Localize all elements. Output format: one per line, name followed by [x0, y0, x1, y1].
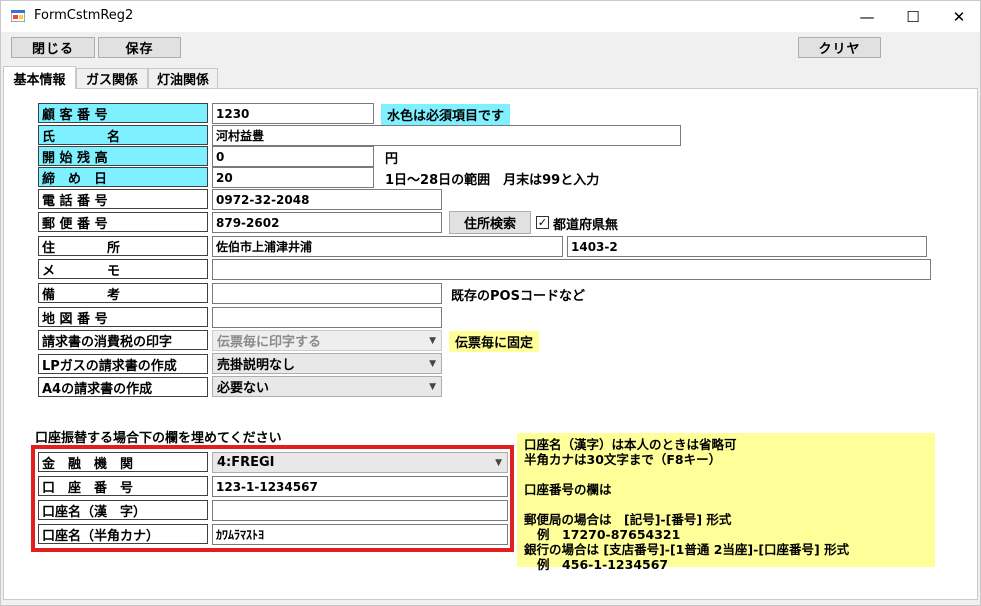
- bank-institution-select[interactable]: 4:FREGI ▼: [212, 452, 508, 473]
- bank-note-line: 郵便局の場合は [記号]-[番号] 形式: [524, 512, 732, 527]
- a4-invoice-label: A4の請求書の作成: [38, 377, 208, 397]
- bank-institution-value: 4:FREGI: [217, 455, 275, 470]
- account-name-kanji-label: 口座名（漢 字）: [38, 500, 208, 520]
- chevron-down-icon: ▼: [429, 382, 436, 392]
- required-note: 水色は必須項目です: [381, 104, 511, 125]
- title-bar: FormCstmReg2 — ☐ ✕: [1, 1, 980, 32]
- a4-invoice-value: 必要ない: [217, 381, 270, 396]
- customer-no-input[interactable]: 1230: [212, 103, 374, 124]
- window-title: FormCstmReg2: [34, 8, 134, 23]
- a4-invoice-select[interactable]: 必要ない ▼: [212, 376, 442, 397]
- clear-button[interactable]: クリヤ: [798, 37, 881, 58]
- account-name-kana-input[interactable]: ｶﾜﾑﾗﾏｽﾄﾖ: [212, 524, 508, 545]
- phone-input[interactable]: 0972-32-2048: [212, 189, 442, 210]
- address-search-button[interactable]: 住所検索: [449, 211, 531, 234]
- bank-note-line: 口座番号の欄は: [524, 482, 612, 497]
- account-name-kana-label: 口座名（半角カナ）: [38, 524, 208, 544]
- lpgas-invoice-select[interactable]: 売掛説明なし ▼: [212, 353, 442, 374]
- chevron-down-icon: ▼: [429, 359, 436, 369]
- tax-print-label: 請求書の消費税の印字: [38, 330, 208, 350]
- memo-input[interactable]: [212, 259, 931, 280]
- opening-balance-input[interactable]: 0: [212, 146, 374, 167]
- close-button[interactable]: 閉じる: [11, 37, 95, 58]
- account-no-label: 口 座 番 号: [38, 476, 208, 496]
- tab-kerosene[interactable]: 灯油関係: [148, 68, 218, 88]
- closing-day-hint: 1日～28日の範囲 月末は99と入力: [385, 173, 600, 188]
- bank-note-line: 例 17270-87654321: [524, 527, 681, 542]
- minimize-icon: —: [859, 7, 875, 26]
- memo-label: メ モ: [38, 259, 208, 279]
- bank-note-line: 口座名（漢字）は本人のときは省略可: [524, 437, 737, 452]
- tax-print-note: 伝票毎に固定: [449, 331, 540, 352]
- checkmark-icon: ✓: [537, 216, 548, 229]
- tax-print-select[interactable]: 伝票毎に印字する ▼: [212, 330, 442, 351]
- app-window: FormCstmReg2 — ☐ ✕ 閉じる 保存 クリヤ 基本情報 ガス関係 …: [0, 0, 981, 606]
- bank-section-heading: 口座振替する場合下の欄を埋めてください: [35, 431, 282, 446]
- no-prefecture-label: 都道府県無: [553, 218, 619, 233]
- map-no-input[interactable]: [212, 307, 442, 328]
- bank-note-line: 半角カナは30文字まで（F8キー）: [524, 452, 722, 467]
- bank-note-line: 例 456-1-1234567: [524, 557, 669, 572]
- lpgas-invoice-value: 売掛説明なし: [217, 358, 296, 373]
- chevron-down-icon: ▼: [429, 336, 436, 346]
- bank-note-line: [524, 467, 928, 482]
- app-icon: [11, 10, 25, 22]
- address-line1-input[interactable]: 佐伯市上浦津井浦: [212, 236, 563, 257]
- name-label: 氏 名: [38, 125, 208, 145]
- bank-note-line: [524, 497, 928, 512]
- address-line2-input[interactable]: 1403-2: [567, 236, 927, 257]
- save-button[interactable]: 保存: [98, 37, 181, 58]
- bank-notes: 口座名（漢字）は本人のときは省略可 半角カナは30文字まで（F8キー） 口座番号…: [517, 433, 935, 572]
- address-label: 住 所: [38, 236, 208, 256]
- tab-gas[interactable]: ガス関係: [76, 68, 148, 88]
- bank-institution-label: 金 融 機 関: [38, 452, 208, 472]
- minimize-button[interactable]: —: [844, 1, 890, 32]
- no-prefecture-checkbox[interactable]: ✓: [536, 216, 549, 229]
- closing-day-input[interactable]: 20: [212, 167, 374, 188]
- account-no-input[interactable]: 123-1-1234567: [212, 476, 508, 497]
- remarks-hint: 既存のPOSコードなど: [451, 289, 585, 304]
- remarks-label: 備 考: [38, 283, 208, 303]
- close-icon: ✕: [952, 7, 966, 26]
- phone-label: 電 話 番 号: [38, 189, 208, 209]
- customer-no-label: 顧 客 番 号: [38, 103, 208, 123]
- lpgas-invoice-label: LPガスの請求書の作成: [38, 354, 208, 374]
- account-name-kanji-input[interactable]: [212, 500, 508, 521]
- tax-print-value: 伝票毎に印字する: [217, 335, 322, 350]
- chevron-down-icon: ▼: [495, 458, 502, 468]
- closing-day-label: 締 め 日: [38, 167, 208, 187]
- name-input[interactable]: 河村益豊: [212, 125, 681, 146]
- map-no-label: 地 図 番 号: [38, 307, 208, 327]
- maximize-icon: ☐: [906, 7, 920, 26]
- opening-balance-label: 開 始 残 高: [38, 146, 208, 166]
- bank-note-line: 銀行の場合は [支店番号]-[1普通 2当座]-[口座番号] 形式: [524, 542, 850, 557]
- maximize-button[interactable]: ☐: [890, 1, 936, 32]
- close-window-button[interactable]: ✕: [936, 1, 981, 32]
- currency-unit: 円: [385, 152, 399, 167]
- postal-input[interactable]: 879-2602: [212, 212, 442, 233]
- remarks-input[interactable]: [212, 283, 442, 304]
- tab-basic-info[interactable]: 基本情報: [3, 66, 76, 89]
- postal-label: 郵 便 番 号: [38, 212, 208, 232]
